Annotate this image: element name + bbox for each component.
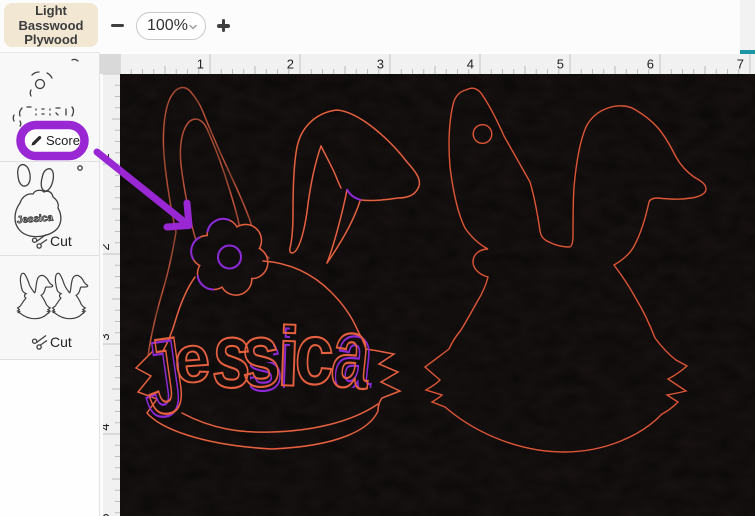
svg-text:Cut: Cut bbox=[50, 233, 72, 249]
svg-text:7: 7 bbox=[737, 57, 744, 72]
svg-text:4: 4 bbox=[467, 57, 474, 72]
svg-text:4: 4 bbox=[103, 423, 112, 430]
svg-text:e: e bbox=[172, 320, 213, 397]
svg-text:Jessica: Jessica bbox=[17, 213, 54, 227]
svg-text:3: 3 bbox=[377, 57, 384, 72]
svg-text:6: 6 bbox=[647, 57, 654, 72]
svg-text:Cut: Cut bbox=[50, 334, 72, 350]
svg-text:5: 5 bbox=[557, 57, 564, 72]
svg-text:3: 3 bbox=[103, 333, 112, 340]
svg-text:2: 2 bbox=[287, 57, 294, 72]
svg-text:1: 1 bbox=[197, 57, 204, 72]
svg-text:2: 2 bbox=[103, 243, 112, 250]
svg-text:1: 1 bbox=[103, 153, 112, 160]
